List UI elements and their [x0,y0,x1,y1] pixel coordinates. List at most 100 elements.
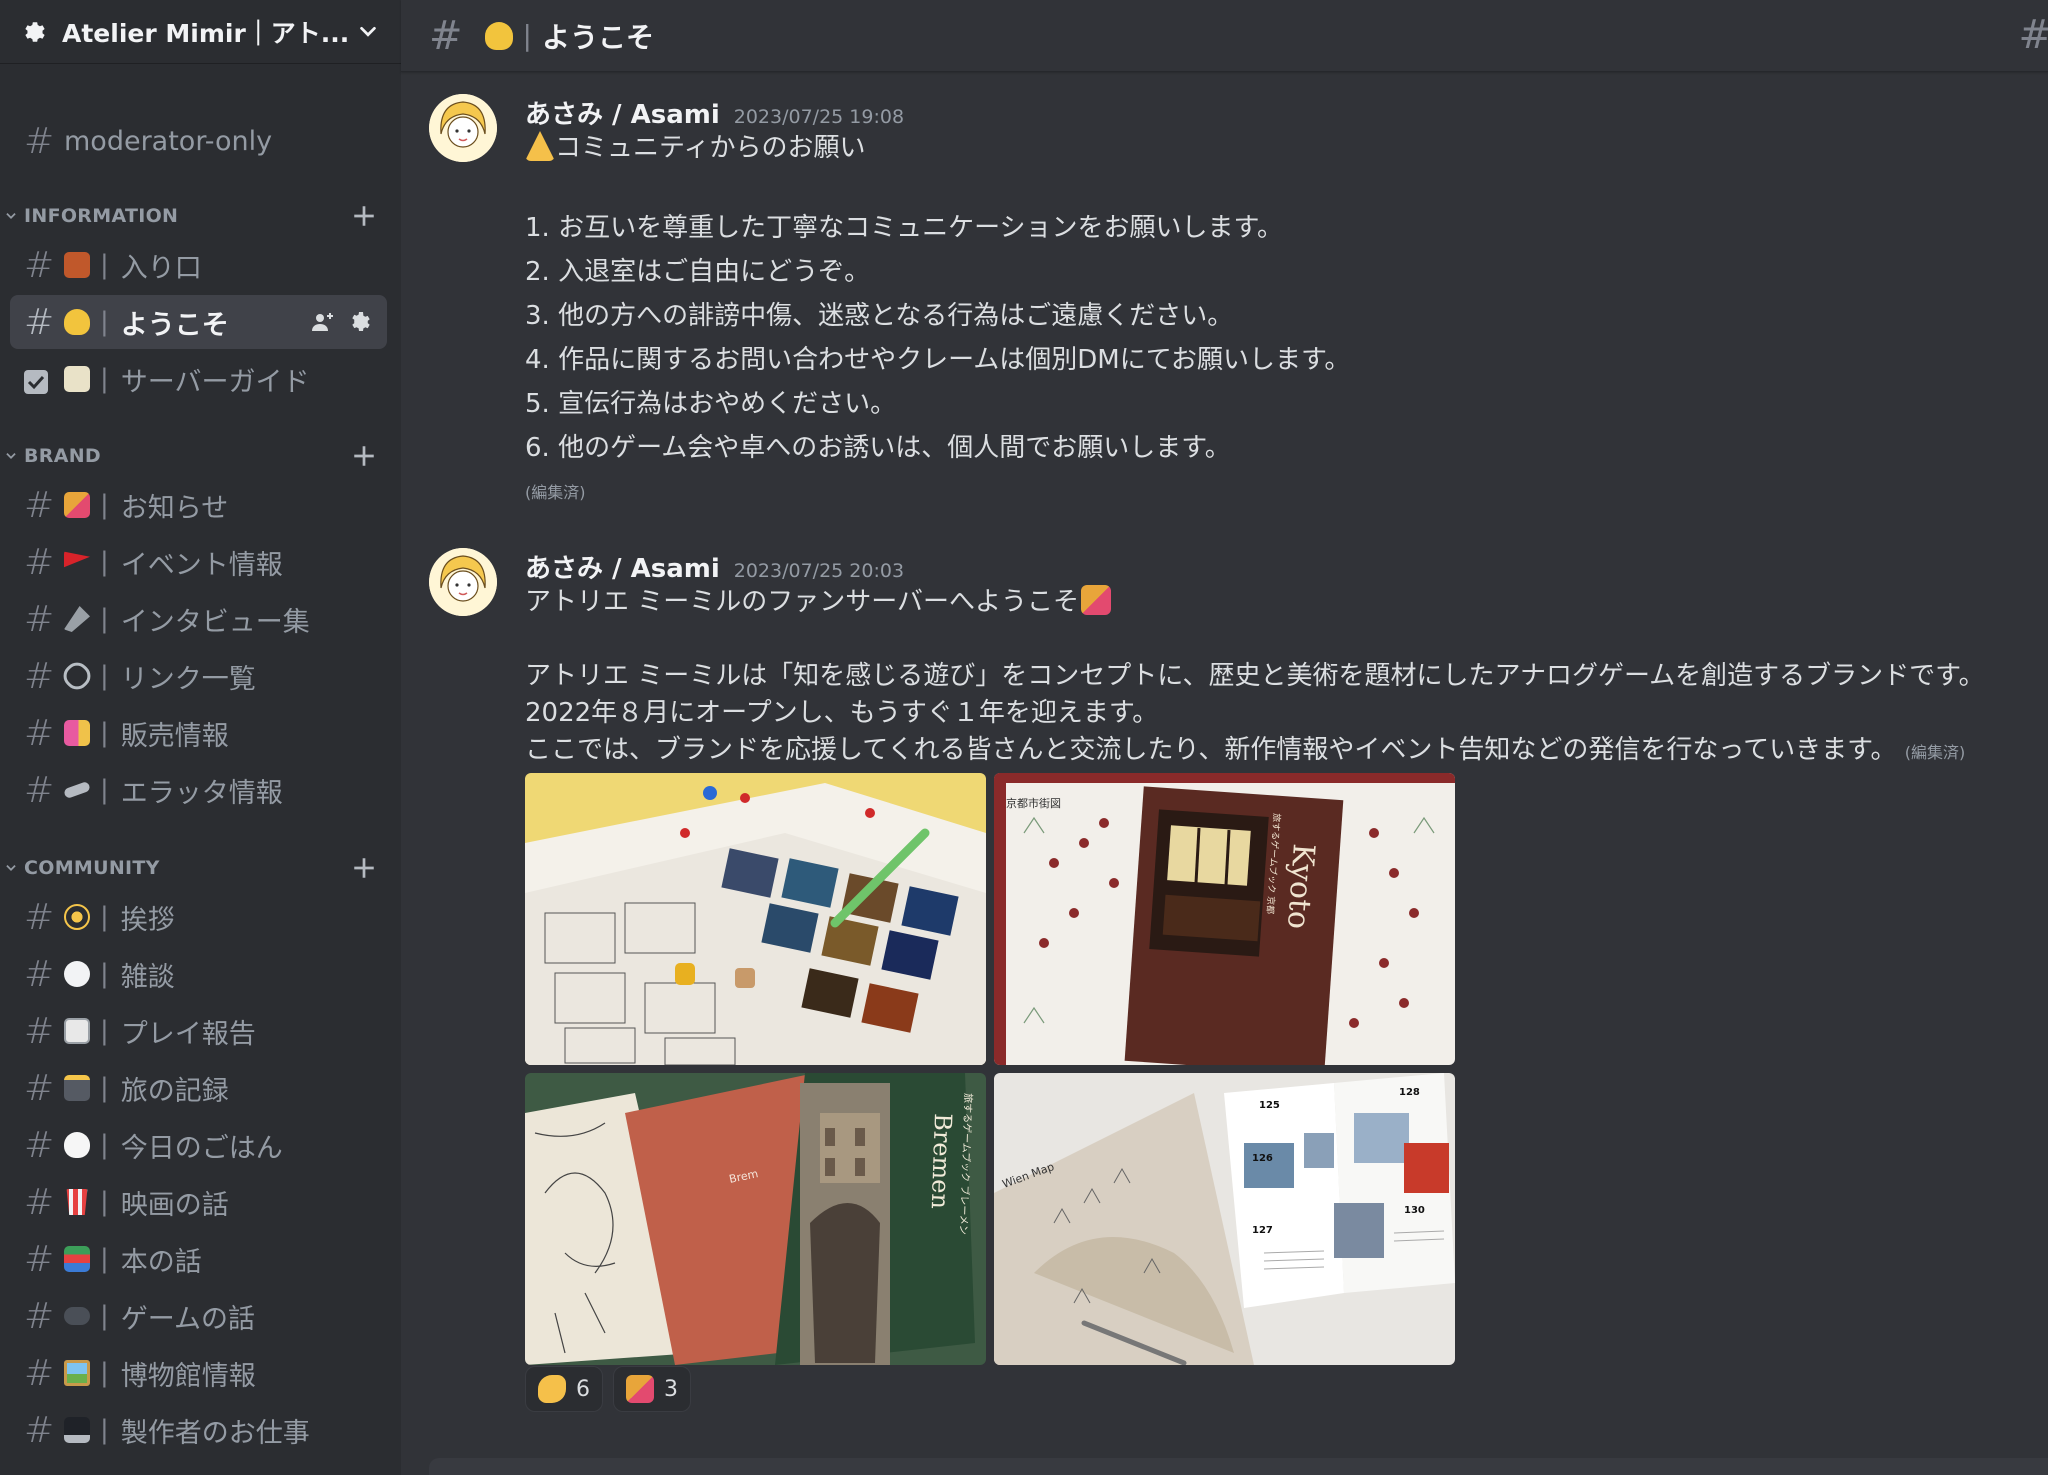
hash-icon: # [24,712,55,754]
hash-icon: # [24,1124,55,1166]
channel-server-guide[interactable]: | サーバーガイド [10,352,387,406]
game-die-emoji-icon [64,1018,90,1044]
server-header[interactable]: Atelier Mimir｜アト... [0,0,401,64]
microphone-emoji-icon [64,606,90,632]
channel-label: インタビュー集 [120,606,310,638]
party-popper-emoji-icon [1081,585,1112,615]
channel-label: エラッタ情報 [120,777,283,809]
channel-books[interactable]: # | 本の話 [10,1232,387,1286]
create-channel-icon[interactable] [351,443,377,469]
avatar[interactable] [429,548,497,616]
channel-museum-info[interactable]: # | 博物館情報 [10,1346,387,1400]
message-text-line [525,167,2048,204]
hash-icon: # [429,12,463,59]
channel-label: moderator-only [64,125,273,157]
channel-moderator-only[interactable]: # moderator-only [10,114,387,168]
channel-announcements[interactable]: # | お知らせ [10,478,387,532]
camera-flash-emoji-icon [64,1075,90,1101]
channel-label: 本の話 [120,1246,202,1278]
hash-icon: # [24,896,55,938]
reaction-count: 6 [576,1376,590,1402]
author-name[interactable]: あさみ / Asami [525,548,720,585]
hash-icon: # [24,1238,55,1280]
channel-sidebar: Atelier Mimir｜アト... # moderator-only INF… [0,0,401,1475]
channel-entrance[interactable]: # | 入り口 [10,238,387,292]
page-number: 127 [1252,1225,1273,1236]
door-emoji-icon [64,252,90,278]
hash-icon: # [24,598,55,640]
channel-errata[interactable]: # | エラッタ情報 [10,763,387,817]
hash-icon: # [24,244,55,286]
chevron-down-icon [6,865,16,871]
hash-icon: # [24,1067,55,1109]
page-number: 125 [1259,1100,1280,1111]
channel-label: お知らせ [120,492,229,524]
reaction-party[interactable]: 3 [613,1366,691,1412]
party-popper-emoji-icon [64,492,90,518]
timestamp: 2023/07/25 19:08 [733,106,905,128]
hash-icon: # [24,769,55,811]
rule-item: 1. お互いを尊重した丁寧なコミュニケーションをお願いします。 [525,213,1283,243]
wave-emoji-icon [484,21,513,50]
rule-item: 2. 入退室はご自由にどうぞ。 [525,257,871,287]
channel-movies[interactable]: # | 映画の話 [10,1175,387,1229]
message-text-line: ここでは、ブランドを応援してくれる皆さんと交流したり、新作情報やイベント告知など… [525,735,1966,765]
channel-play-reports[interactable]: # | プレイ報告 [10,1004,387,1058]
message-composer[interactable] [429,1458,2048,1475]
category-label: INFORMATION [24,205,179,227]
channel-todays-meal[interactable]: # | 今日のごはん [10,1118,387,1172]
edited-label: (編集済) [525,483,586,502]
channel-label: プレイ報告 [120,1018,256,1050]
hash-icon: # [24,1295,55,1337]
message-text-line: 2022年８月にオープンし、もうすぐ１年を迎えます。 [525,698,1159,728]
category-brand[interactable]: BRAND [4,441,389,471]
server-name: Atelier Mimir｜アト... [62,18,347,48]
kyoto-book-image[interactable]: 京都市街図 Kyoto 旅するゲームブック 京都 [994,773,1455,1065]
channel-games[interactable]: # | ゲームの話 [10,1289,387,1343]
link-emoji-icon [58,657,96,695]
rule-item: 3. 他の方への誹謗中傷、迷惑となる行為はご遠慮ください。 [525,301,1234,331]
bremen-book-image[interactable]: Brem Bremen 旅するゲームブック ブレーメン [525,1073,986,1365]
hash-icon: # [24,1181,55,1223]
reaction-clap[interactable]: 6 [525,1366,603,1412]
channel-label: イベント情報 [120,549,283,581]
category-community[interactable]: COMMUNITY [4,853,389,883]
image-attachments: 京都市街図 Kyoto 旅するゲームブック 京都 Brem Bremen 旅する… [525,773,1455,1365]
dizzy-emoji-icon [64,904,90,930]
laptop-emoji-icon [64,1417,90,1443]
rule-item: 5. 宣伝行為はおやめください。 [525,389,897,419]
channel-welcome[interactable]: # | ようこそ [10,295,387,349]
channel-greetings[interactable]: # | 挨拶 [10,890,387,944]
red-flag-emoji-icon [64,551,90,568]
channel-links[interactable]: # | リンク一覧 [10,649,387,703]
channel-label: サーバーガイド [120,366,310,398]
wien-book-image[interactable]: Wien Map 125 126 127 128 130 [994,1073,1455,1365]
channel-event-info[interactable]: # | イベント情報 [10,535,387,589]
avatar[interactable] [429,94,497,162]
board-game-image[interactable] [525,773,986,1065]
category-information[interactable]: INFORMATION [4,201,389,231]
edited-label: (編集済) [1904,743,1966,762]
channel-label: 入り口 [120,252,202,284]
invite-member-icon[interactable] [311,310,335,334]
channel-settings-icon[interactable] [349,310,373,334]
clapping-hands-emoji-icon [538,1375,566,1403]
create-channel-icon[interactable] [351,855,377,881]
channel-chat[interactable]: # | 雑談 [10,947,387,1001]
channel-label: 挨拶 [120,904,175,936]
threads-icon[interactable]: # [2018,12,2048,58]
channel-creators-work[interactable]: # | 製作者のお仕事 [10,1403,387,1457]
rule-item: 4. 作品に関するお問い合わせやクレームは個別DMにてお願いします。 [525,345,1351,375]
channel-sales-info[interactable]: # | 販売情報 [10,706,387,760]
author-name[interactable]: あさみ / Asami [525,94,720,131]
channel-label: ようこそ [120,309,229,341]
channel-travel-log[interactable]: # | 旅の記録 [10,1061,387,1115]
message: あさみ / Asami 2023/07/25 20:03 アトリエ ミーミルのフ… [429,548,2029,1428]
cover-title: Kyoto [1280,842,1321,930]
channel-label: 今日のごはん [120,1132,283,1164]
wave-emoji-icon [64,309,90,335]
channel-interviews[interactable]: # | インタビュー集 [10,592,387,646]
hash-icon: # [24,484,55,526]
create-channel-icon[interactable] [351,203,377,229]
server-settings-icon [25,21,45,42]
